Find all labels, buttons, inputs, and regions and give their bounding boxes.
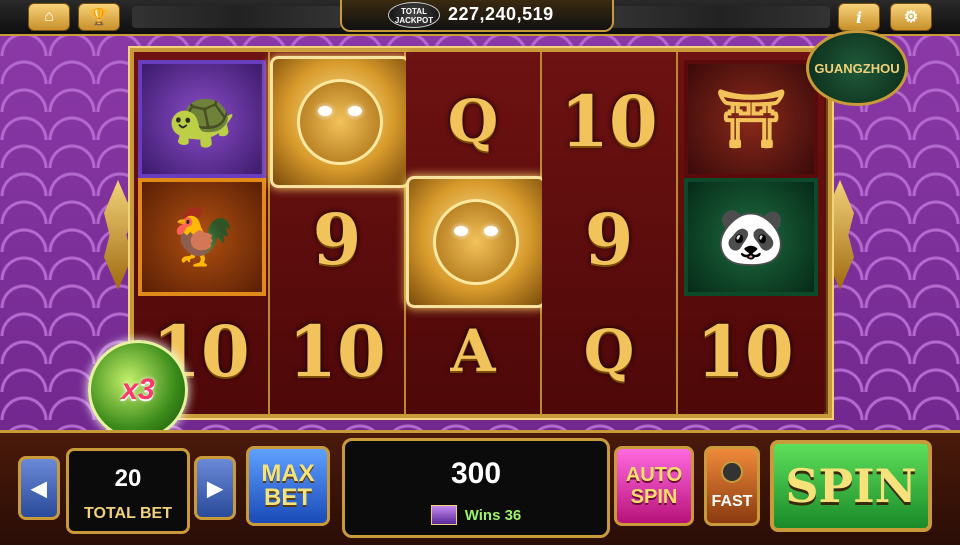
info-button[interactable]: i (838, 3, 880, 31)
panda-icon: 🐼 (716, 204, 786, 270)
reel-2: 9 10 (270, 52, 410, 414)
auto-spin-label: AUTO SPIN (625, 464, 683, 508)
fast-label: FAST (711, 493, 753, 510)
reel-5: ⛩ 🐼 10 (678, 52, 824, 414)
arrow-right-icon: ▶ (207, 477, 223, 500)
monkey-icon (433, 199, 519, 285)
player-info-blurred (132, 6, 342, 28)
monkey-wild-symbol (406, 176, 546, 308)
wins-icon (430, 505, 457, 525)
monkey-wild-symbol (270, 56, 410, 188)
jackpot-badge: TOTAL JACKPOT (388, 2, 440, 28)
rooster-symbol: 🐓 (138, 178, 266, 296)
location-badge[interactable]: GUANGZHOU (806, 30, 908, 106)
total-bet-value: 20 (114, 465, 142, 492)
reel-3-bottom-symbol: A (450, 317, 496, 385)
auto-spin-button[interactable]: AUTO SPIN (614, 446, 694, 526)
reels-frame: 🐢 🐓 10 9 10 Q A 10 9 Q ⛩ 🐼 10 (130, 48, 832, 418)
multiplier-value: x3 (121, 373, 155, 406)
total-bet-box: 20 TOTAL BET (66, 448, 190, 534)
gold-ingot-symbol: ⛩ (684, 60, 818, 178)
balance-blurred (610, 6, 830, 28)
home-button[interactable]: ⌂ (28, 3, 70, 31)
reel-4-mid-symbol: 9 (584, 197, 634, 281)
monkey-icon (297, 79, 383, 165)
reel-2-mid-symbol: 9 (312, 197, 362, 281)
wins-label: Wins 36 (464, 506, 522, 524)
max-bet-label: MAX BET (261, 460, 315, 511)
reel-4: 10 9 Q (542, 52, 678, 414)
turtle-icon: 🐢 (167, 86, 237, 152)
reel-3-top-symbol: Q (447, 87, 499, 155)
panda-symbol: 🐼 (684, 178, 818, 296)
gear-icon: ⚙ (903, 9, 919, 26)
reel-3: Q A (406, 52, 546, 414)
trophy-button[interactable]: 🏆 (78, 3, 120, 31)
win-value: 300 (450, 457, 502, 490)
home-icon: ⌂ (44, 8, 54, 25)
info-icon: i (855, 7, 863, 27)
fast-button[interactable]: FAST (704, 446, 760, 526)
spin-label: SPIN (785, 459, 917, 513)
total-bet-label: TOTAL BET (84, 505, 172, 522)
multiplier-orb: x3 (88, 340, 188, 440)
spin-button[interactable]: SPIN (770, 440, 932, 532)
turtle-symbol: 🐢 (138, 60, 266, 178)
max-bet-button[interactable]: MAX BET (246, 446, 330, 526)
reel-2-bottom-symbol: 10 (288, 309, 386, 393)
settings-button[interactable]: ⚙ (890, 3, 932, 31)
jackpot-value: 227,240,519 (448, 4, 554, 24)
fast-indicator-icon (721, 461, 743, 483)
arrow-left-icon: ◀ (31, 477, 47, 500)
reel-4-top-symbol: 10 (560, 79, 658, 163)
reel-5-bottom-symbol: 10 (696, 309, 794, 393)
increase-bet-button[interactable]: ▶ (194, 456, 236, 520)
rooster-icon: 🐓 (167, 204, 237, 270)
win-display: 300 Wins 36 (342, 438, 610, 538)
trophy-icon: 🏆 (89, 9, 109, 26)
gold-ingot-icon: ⛩ (715, 86, 787, 152)
decrease-bet-button[interactable]: ◀ (18, 456, 60, 520)
location-label: GUANGZHOU (814, 60, 900, 76)
reel-4-bottom-symbol: Q (583, 317, 635, 385)
